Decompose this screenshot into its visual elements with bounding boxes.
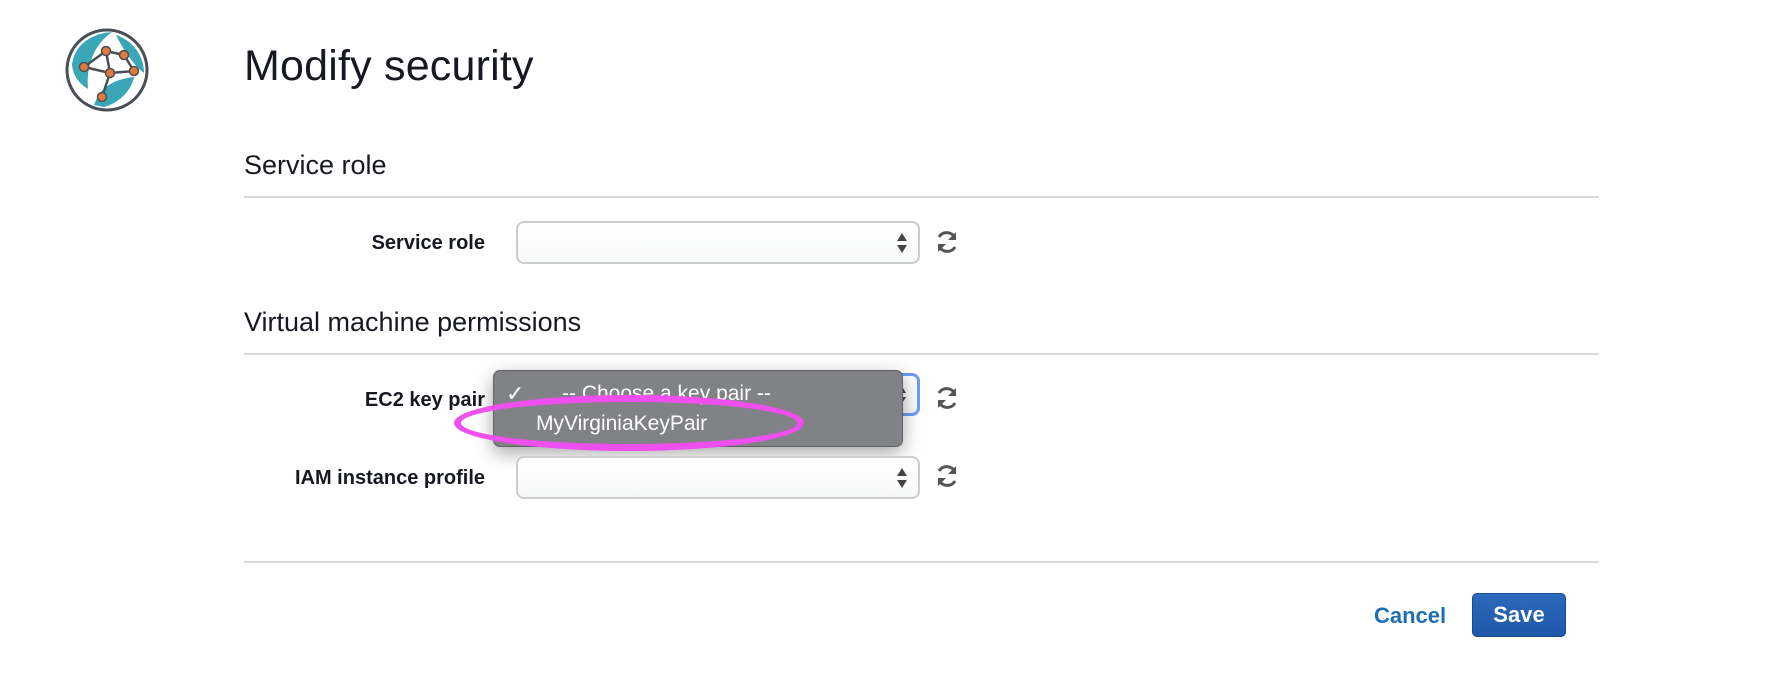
ec2-key-pair-refresh-icon[interactable] bbox=[934, 385, 960, 411]
iam-instance-profile-select[interactable] bbox=[516, 456, 920, 499]
dropdown-option-myvirginiakeypair[interactable]: MyVirginiaKeyPair bbox=[494, 409, 902, 439]
section-heading-vm-permissions: Virtual machine permissions bbox=[244, 307, 582, 337]
iam-instance-profile-refresh-icon[interactable] bbox=[934, 463, 960, 489]
save-button[interactable]: Save bbox=[1472, 593, 1566, 637]
service-role-select[interactable] bbox=[516, 221, 920, 264]
section-divider bbox=[244, 353, 1599, 355]
dropdown-option-choose-key-pair[interactable]: -- Choose a key pair -- bbox=[494, 379, 902, 409]
page-title: Modify security bbox=[244, 42, 534, 90]
globe-network-icon bbox=[65, 28, 149, 112]
up-down-arrows-icon bbox=[897, 467, 907, 488]
footer-divider bbox=[244, 561, 1599, 563]
up-down-arrows-icon bbox=[897, 232, 907, 253]
service-role-label: Service role bbox=[371, 232, 485, 254]
cancel-button[interactable]: Cancel bbox=[1374, 603, 1446, 629]
section-divider bbox=[244, 196, 1599, 198]
iam-instance-profile-label: IAM instance profile bbox=[294, 467, 485, 489]
ec2-key-pair-label: EC2 key pair bbox=[364, 389, 485, 411]
service-role-refresh-icon[interactable] bbox=[934, 229, 960, 255]
ec2-key-pair-dropdown-list: ✓ -- Choose a key pair -- MyVirginiaKeyP… bbox=[493, 370, 903, 447]
section-heading-service-role: Service role bbox=[244, 150, 387, 180]
